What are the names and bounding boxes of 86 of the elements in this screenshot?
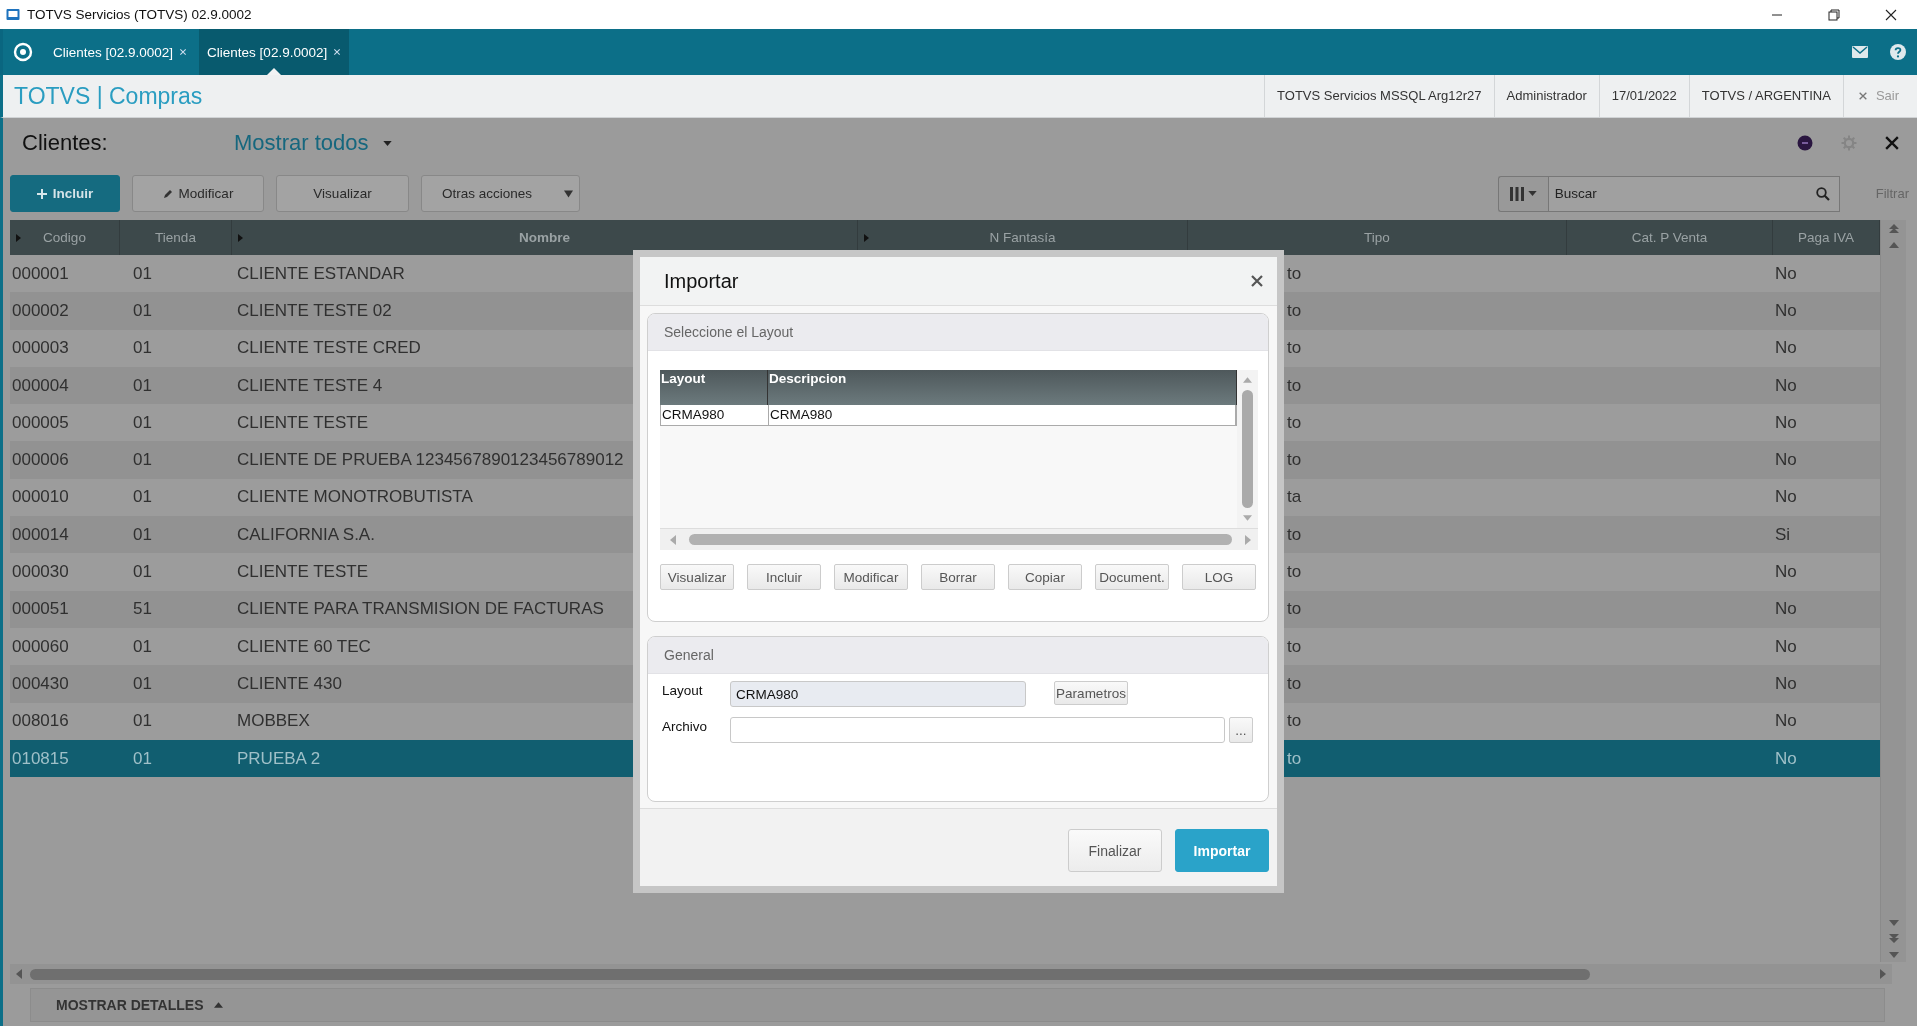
table-cell: 008016 [12, 711, 69, 732]
table-cell: 000004 [12, 375, 69, 396]
table-cell: 000005 [12, 412, 69, 433]
table-cell: to [1287, 412, 1302, 433]
table-cell: No [1775, 338, 1797, 359]
table-cell: to [1287, 562, 1302, 582]
window-title: TOTVS Servicios (TOTVS) 02.9.0002 [27, 7, 252, 22]
table-cell: MOBBEX [237, 711, 310, 732]
column-header: Descripcion [769, 371, 847, 386]
table-cell: CLIENTE 430 [237, 673, 342, 694]
table-cell: 000030 [12, 562, 69, 582]
table-cell: to [1287, 636, 1302, 657]
table-cell: CLIENTE TESTE 4 [237, 375, 383, 396]
table-cell: 000003 [12, 338, 69, 359]
table-cell: CALIFORNIA S.A. [237, 524, 375, 545]
table-cell: No [1775, 450, 1797, 471]
field-label: Layout [662, 682, 704, 698]
table-cell: CRMA980 [662, 407, 725, 422]
table-cell: 01 [133, 487, 152, 508]
field-label: Archivo [662, 718, 708, 734]
dialog-title: Importar [664, 269, 739, 293]
table-cell: 000060 [12, 636, 69, 657]
table-cell: to [1287, 450, 1302, 471]
table-cell: No [1775, 412, 1797, 433]
table-cell: CLIENTE ESTANDAR [237, 263, 405, 284]
table-cell: CLIENTE MONOTROBUTISTA [237, 487, 473, 508]
table-cell: to [1287, 300, 1302, 321]
table-cell: 000010 [12, 487, 69, 508]
header-info: TOTVS / ARGENTINA [1688, 75, 1843, 117]
table-cell: 000002 [12, 300, 69, 321]
table-cell: No [1775, 263, 1797, 284]
table-cell: No [1775, 300, 1797, 321]
table-cell: 01 [133, 300, 152, 321]
page-title: Clientes: [22, 130, 109, 156]
table-cell: No [1775, 748, 1797, 769]
header-info: Administrador [1493, 75, 1599, 117]
column-header: Layout [661, 371, 706, 386]
table-cell: to [1287, 748, 1302, 769]
table-cell: 51 [133, 599, 152, 620]
table-cell: to [1287, 338, 1302, 359]
table-cell: to [1287, 599, 1302, 620]
table-cell: 01 [133, 338, 152, 359]
table-cell: No [1775, 562, 1797, 582]
table-cell: CRMA980 [770, 407, 833, 422]
module-title: TOTVS | Compras [14, 82, 203, 110]
header-info: TOTVS Servicios MSSQL Arg12r27 [1264, 75, 1494, 117]
table-cell: No [1775, 711, 1797, 732]
table-cell: 01 [133, 562, 152, 582]
table-cell: 01 [133, 450, 152, 471]
table-cell: No [1775, 375, 1797, 396]
table-cell: No [1775, 636, 1797, 657]
table-cell: No [1775, 487, 1797, 508]
table-cell: 01 [133, 748, 152, 769]
table-cell: PRUEBA 2 [237, 748, 321, 769]
table-cell: CLIENTE PARA TRANSMISION DE FACTURAS [237, 599, 604, 620]
header-info: 17/01/2022 [1598, 75, 1689, 117]
table-cell: 000430 [12, 673, 69, 694]
table-cell: 01 [133, 263, 152, 284]
panel-title: General [648, 637, 1268, 674]
table-cell: CLIENTE TESTE CRED [237, 338, 421, 359]
table-cell: CLIENTE 60 TEC [237, 636, 371, 657]
table-cell: 01 [133, 673, 152, 694]
table-cell: CLIENTE TESTE 02 [237, 300, 392, 321]
table-cell: No [1775, 599, 1797, 620]
table-cell: 000051 [12, 599, 69, 620]
table-cell: No [1775, 673, 1797, 694]
table-cell: 01 [133, 636, 152, 657]
table-cell: 010815 [12, 748, 69, 769]
table-cell: 01 [133, 412, 152, 433]
table-cell: CLIENTE DE PRUEBA 1234567890123456789012 [237, 450, 624, 471]
table-cell: 000006 [12, 450, 69, 471]
table-cell: 000014 [12, 524, 69, 545]
table-cell: to [1287, 375, 1302, 396]
table-cell: to [1287, 711, 1302, 732]
table-cell: to [1287, 673, 1302, 694]
table-cell: to [1287, 263, 1302, 284]
panel-title: Seleccione el Layout [648, 314, 1268, 351]
table-cell: 000001 [12, 263, 69, 284]
table-cell: to [1287, 524, 1302, 545]
table-cell: 01 [133, 711, 152, 732]
table-cell: Si [1775, 524, 1791, 545]
table-cell: ta [1287, 487, 1302, 508]
table-cell: 01 [133, 375, 152, 396]
table-cell: CLIENTE TESTE [237, 562, 368, 582]
table-cell: 01 [133, 524, 152, 545]
table-cell: CLIENTE TESTE [237, 412, 368, 433]
